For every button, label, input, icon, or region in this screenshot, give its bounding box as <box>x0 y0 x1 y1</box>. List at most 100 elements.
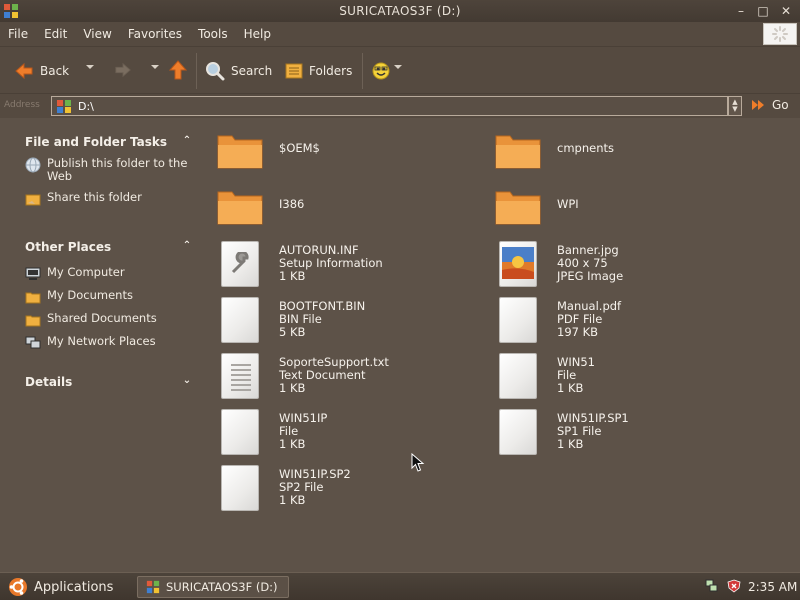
taskbar-window-button[interactable]: SURICATAOS3F (D:) <box>137 576 289 598</box>
address-input[interactable]: D:\ <box>51 96 728 116</box>
file-item[interactable]: WIN51IP.SP1 SP1 File 1 KB <box>494 406 754 456</box>
go-label: Go <box>772 98 789 112</box>
folders-icon <box>285 63 303 79</box>
file-size: 1 KB <box>279 269 306 283</box>
folder-icon <box>494 126 544 176</box>
details-header[interactable]: Details ⌄ <box>25 375 193 389</box>
file-tasks-group: File and Folder Tasks ⌃ Publish this fol… <box>25 135 193 207</box>
other-places-title: Other Places <box>25 240 112 254</box>
share-folder-link[interactable]: Share this folder <box>25 191 193 207</box>
title-bar: SURICATAOS3F (D:) – □ ✕ <box>0 0 800 22</box>
back-label: Back <box>40 64 70 78</box>
security-shield-icon[interactable] <box>727 579 741 593</box>
share-folder-label: Share this folder <box>47 190 142 204</box>
views-smiley-icon[interactable] <box>371 61 391 81</box>
search-label: Search <box>231 64 273 78</box>
menu-view[interactable]: View <box>75 27 119 41</box>
forward-arrow-icon[interactable] <box>114 61 132 79</box>
toolbar-separator <box>362 53 363 89</box>
folder-item[interactable]: $OEM$ <box>216 126 476 176</box>
clock[interactable]: 2:35 AM <box>748 580 797 594</box>
file-item[interactable]: WIN51IP.SP2 SP2 File 1 KB <box>216 462 476 512</box>
menu-edit[interactable]: Edit <box>36 27 75 41</box>
shared-documents-link[interactable]: Shared Documents <box>25 312 193 328</box>
blank-file-icon <box>494 350 544 400</box>
blank-file-icon <box>216 406 266 456</box>
drive-icon <box>57 100 71 113</box>
file-name: I386 <box>279 197 305 211</box>
menu-help[interactable]: Help <box>236 27 279 41</box>
taskbar: Applications SURICATAOS3F (D:) 2:35 AM <box>0 572 800 600</box>
folder-item[interactable]: cmpnents <box>494 126 754 176</box>
expand-chevron-icon[interactable]: ⌄ <box>181 375 193 389</box>
file-item[interactable]: BOOTFONT.BIN BIN File 5 KB <box>216 294 476 344</box>
collapse-chevron-icon[interactable]: ⌃ <box>181 240 193 254</box>
applications-label: Applications <box>34 579 114 595</box>
folder-item[interactable]: WPI <box>494 182 754 232</box>
my-computer-label: My Computer <box>47 265 125 279</box>
file-list: $OEM$ cmpnents I386 WPI AUTORUN.INF Setu… <box>205 118 800 572</box>
file-item[interactable]: AUTORUN.INF Setup Information 1 KB <box>216 238 476 288</box>
ubuntu-logo-icon <box>9 578 27 596</box>
explorer-app-icon <box>146 580 160 594</box>
image-file-icon <box>494 238 544 288</box>
up-folder-icon[interactable] <box>169 60 187 80</box>
explorer-app-icon[interactable] <box>3 3 19 19</box>
go-arrow-icon <box>752 100 764 110</box>
chevron-down-icon: ▼ <box>732 105 738 113</box>
other-places-header[interactable]: Other Places ⌃ <box>25 240 193 254</box>
file-item[interactable]: Banner.jpg 400 x 75 JPEG Image <box>494 238 754 288</box>
search-button[interactable]: Search <box>205 59 272 83</box>
file-name: cmpnents <box>557 141 614 155</box>
file-size: 1 KB <box>279 437 306 451</box>
task-pane: File and Folder Tasks ⌃ Publish this fol… <box>0 118 205 572</box>
address-label: Address <box>4 100 40 110</box>
my-computer-link[interactable]: My Computer <box>25 266 193 282</box>
my-documents-link[interactable]: My Documents <box>25 289 193 305</box>
blank-file-icon <box>216 294 266 344</box>
back-dropdown-chevron-icon[interactable] <box>86 65 94 69</box>
maximize-button[interactable]: □ <box>756 4 770 18</box>
folder-icon <box>216 126 266 176</box>
address-dropdown-button[interactable]: ▲ ▼ <box>728 96 742 116</box>
back-button[interactable]: Back <box>14 59 69 83</box>
network-places-link[interactable]: My Network Places <box>25 335 193 351</box>
search-icon <box>206 62 225 81</box>
menu-file[interactable]: File <box>0 27 36 41</box>
network-tray-icon[interactable] <box>705 579 719 593</box>
file-name: $OEM$ <box>279 141 320 155</box>
publish-web-label: Publish this folder to the Web <box>47 156 188 183</box>
details-group: Details ⌄ <box>25 375 193 389</box>
taskbar-window-label: SURICATAOS3F (D:) <box>166 580 278 594</box>
shared-documents-label: Shared Documents <box>47 311 157 325</box>
file-item[interactable]: SoporteSupport.txt Text Document 1 KB <box>216 350 476 400</box>
file-item[interactable]: WIN51 File 1 KB <box>494 350 754 400</box>
file-size: 1 KB <box>557 381 584 395</box>
go-button[interactable]: Go <box>750 97 789 113</box>
mouse-cursor-icon <box>411 453 425 472</box>
file-size: 1 KB <box>557 437 584 451</box>
address-bar: Address D:\ ▲ ▼ Go <box>0 94 800 118</box>
close-button[interactable]: ✕ <box>779 4 793 18</box>
file-tasks-header[interactable]: File and Folder Tasks ⌃ <box>25 135 193 149</box>
text-file-icon <box>216 350 266 400</box>
file-item[interactable]: WIN51IP File 1 KB <box>216 406 476 456</box>
folder-item[interactable]: I386 <box>216 182 476 232</box>
forward-dropdown-chevron-icon[interactable] <box>151 65 159 69</box>
system-tray <box>705 579 741 593</box>
folders-button[interactable]: Folders <box>285 59 352 83</box>
throbber <box>763 23 797 45</box>
blank-file-icon <box>216 462 266 512</box>
menu-tools[interactable]: Tools <box>190 27 236 41</box>
file-item[interactable]: Manual.pdf PDF File 197 KB <box>494 294 754 344</box>
publish-web-link[interactable]: Publish this folder to the Web <box>25 157 193 183</box>
views-dropdown-chevron-icon[interactable] <box>394 65 402 69</box>
other-places-group: Other Places ⌃ My Computer My Documents … <box>25 240 193 351</box>
collapse-chevron-icon[interactable]: ⌃ <box>181 135 193 149</box>
menu-favorites[interactable]: Favorites <box>120 27 190 41</box>
network-icon <box>25 336 41 349</box>
applications-menu-button[interactable]: Applications <box>8 577 113 597</box>
back-arrow-icon <box>15 62 33 80</box>
folder-icon <box>494 182 544 232</box>
minimize-button[interactable]: – <box>734 4 748 18</box>
